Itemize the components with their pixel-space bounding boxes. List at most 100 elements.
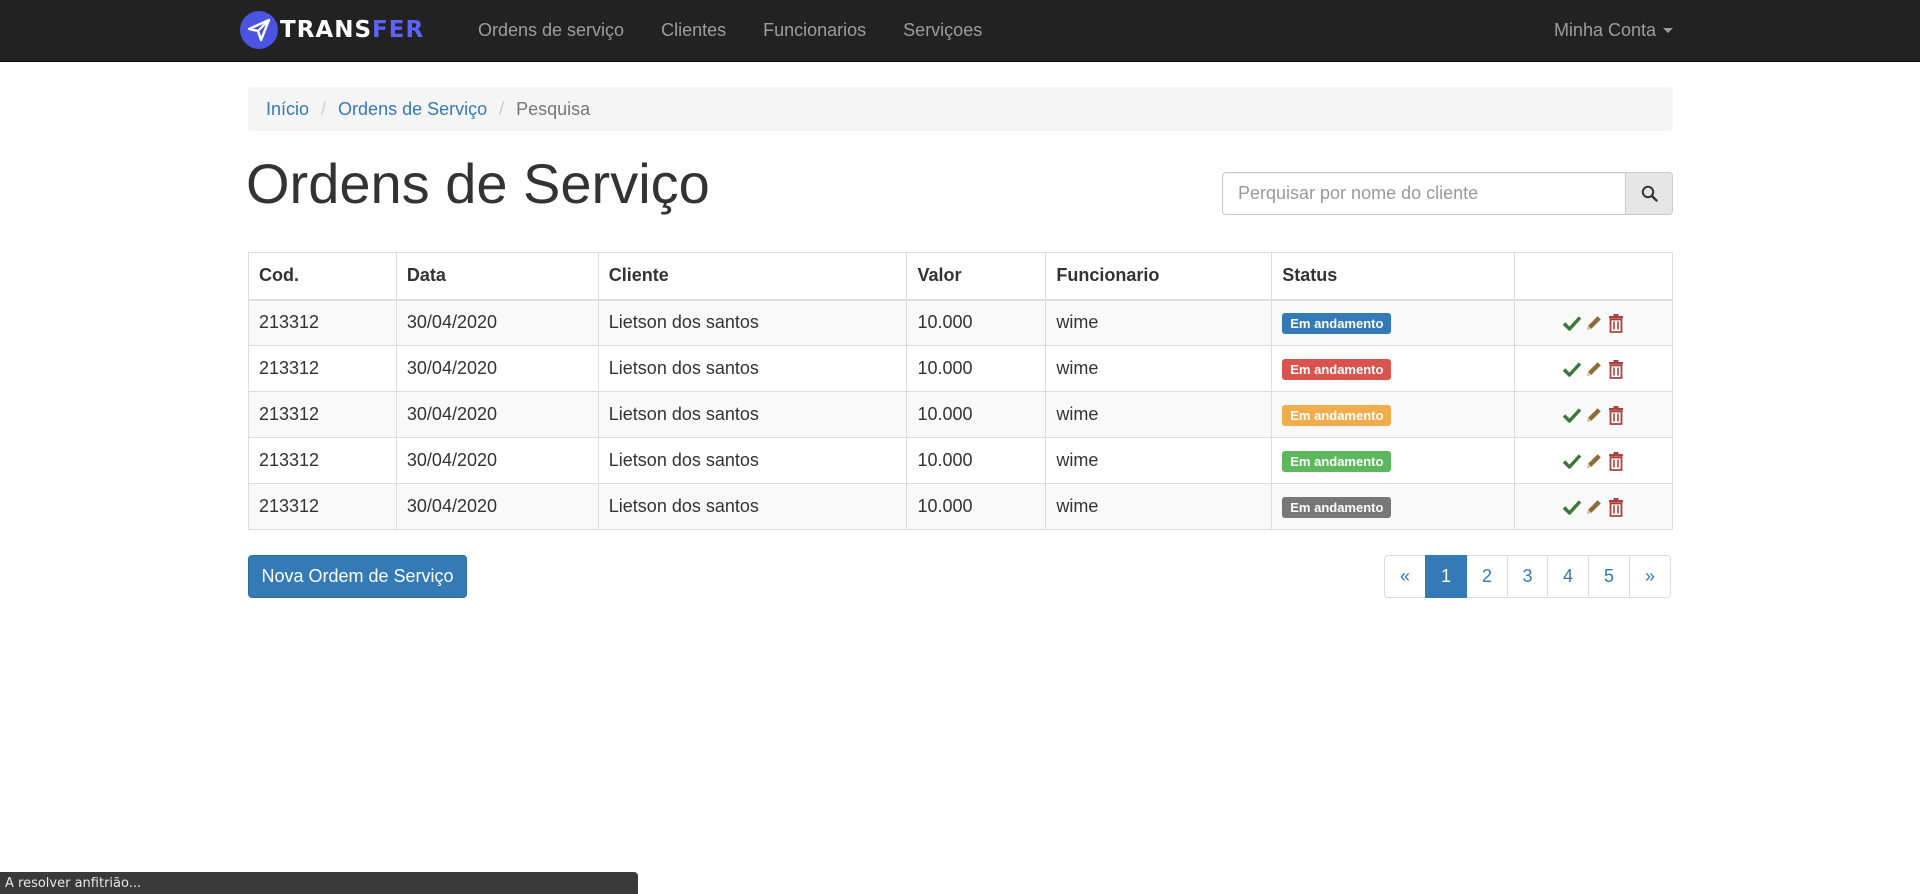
cell-data: 30/04/2020 xyxy=(395,483,599,530)
pagination-next[interactable]: » xyxy=(1629,555,1671,598)
search-group xyxy=(1222,172,1673,215)
cell-actions xyxy=(1514,483,1673,530)
column-header-cliente: Cliente xyxy=(597,252,908,301)
trash-icon[interactable] xyxy=(1606,313,1626,334)
account-menu-label: Minha Conta xyxy=(1553,19,1656,40)
cell-cliente: Lietson dos santos xyxy=(597,345,908,392)
trash-icon[interactable] xyxy=(1606,405,1626,426)
cell-status: Em andamento xyxy=(1271,299,1516,346)
cell-status: Em andamento xyxy=(1271,437,1516,484)
pagination-page-1[interactable]: 1 xyxy=(1425,555,1467,598)
browser-status-bar: A resolver anfitrião... xyxy=(0,872,638,894)
cell-data: 30/04/2020 xyxy=(395,299,599,346)
breadcrumb-item-inicio[interactable]: Início xyxy=(266,99,309,120)
orders-table: Cod. Data Cliente Valor Funcionario Stat… xyxy=(248,252,1673,530)
cell-actions xyxy=(1514,345,1673,392)
pencil-icon[interactable] xyxy=(1584,405,1604,425)
column-header-valor: Valor xyxy=(906,252,1047,301)
table-row: 213312 30/04/2020 Lietson dos santos 10.000… xyxy=(248,391,1673,438)
pencil-icon[interactable] xyxy=(1584,359,1604,379)
brand[interactable]: TRANSFER xyxy=(240,10,424,50)
pagination-page-2[interactable]: 2 xyxy=(1466,555,1508,598)
nav-item-ordens-servico[interactable]: Ordens de serviço xyxy=(478,20,624,41)
trash-icon[interactable] xyxy=(1606,359,1626,380)
nav-item-servicos[interactable]: Serviçoes xyxy=(903,20,982,41)
pencil-icon[interactable] xyxy=(1584,451,1604,471)
pagination-page-4[interactable]: 4 xyxy=(1547,555,1589,598)
status-badge: Em andamento xyxy=(1282,358,1392,380)
main-nav: Ordens de serviço Clientes Funcionarios … xyxy=(478,0,1019,60)
status-badge: Em andamento xyxy=(1282,450,1392,472)
cell-valor: 10.000 xyxy=(906,345,1047,392)
cell-cliente: Lietson dos santos xyxy=(597,483,908,530)
cell-cliente: Lietson dos santos xyxy=(597,391,908,438)
status-badge: Em andamento xyxy=(1282,312,1392,334)
pencil-icon[interactable] xyxy=(1584,313,1604,333)
table-row: 213312 30/04/2020 Lietson dos santos 10.000… xyxy=(248,437,1673,484)
pagination-prev[interactable]: « xyxy=(1384,555,1426,598)
nav-item-clientes[interactable]: Clientes xyxy=(661,20,726,41)
cell-actions xyxy=(1514,391,1673,438)
pagination-page-3[interactable]: 3 xyxy=(1507,555,1548,598)
top-navbar: TRANSFER Ordens de serviço Clientes Func… xyxy=(0,0,1920,62)
cell-data: 30/04/2020 xyxy=(395,437,599,484)
breadcrumb-separator: / xyxy=(499,98,505,119)
check-icon[interactable] xyxy=(1562,313,1582,333)
brand-name-part1: TRANS xyxy=(280,17,373,43)
pagination: « 1 2 3 4 5 » xyxy=(1384,555,1671,598)
cell-status: Em andamento xyxy=(1271,345,1516,392)
page-title: Ordens de Serviço xyxy=(246,152,710,215)
pagination-page-5[interactable]: 5 xyxy=(1588,555,1630,598)
cell-cod: 213312 xyxy=(248,483,397,530)
caret-down-icon xyxy=(1663,27,1673,33)
search-icon xyxy=(1641,185,1658,202)
cell-valor: 10.000 xyxy=(906,483,1047,530)
cell-funcionario: wime xyxy=(1045,345,1273,392)
breadcrumb-item-active: Pesquisa xyxy=(516,98,591,119)
trash-icon[interactable] xyxy=(1606,497,1626,518)
column-header-data: Data xyxy=(395,252,599,301)
cell-cod: 213312 xyxy=(248,345,397,392)
cell-funcionario: wime xyxy=(1045,299,1273,346)
nav-item-funcionarios[interactable]: Funcionarios xyxy=(763,20,866,41)
cell-funcionario: wime xyxy=(1045,483,1273,530)
trash-icon[interactable] xyxy=(1606,451,1626,472)
account-menu[interactable]: Minha Conta xyxy=(1554,0,1673,60)
cell-valor: 10.000 xyxy=(906,437,1047,484)
check-icon[interactable] xyxy=(1562,497,1582,517)
table-row: 213312 30/04/2020 Lietson dos santos 10.000… xyxy=(248,299,1673,346)
cell-actions xyxy=(1514,437,1673,484)
status-badge: Em andamento xyxy=(1282,404,1392,426)
table-row: 213312 30/04/2020 Lietson dos santos 10.000… xyxy=(248,345,1673,392)
cell-cliente: Lietson dos santos xyxy=(597,299,908,346)
brand-name-part2: FER xyxy=(372,17,425,43)
breadcrumb-separator: / xyxy=(321,98,327,119)
cell-cod: 213312 xyxy=(248,391,397,438)
status-badge: Em andamento xyxy=(1282,496,1392,518)
check-icon[interactable] xyxy=(1562,359,1582,379)
cell-data: 30/04/2020 xyxy=(395,391,599,438)
table-header-row: Cod. Data Cliente Valor Funcionario Stat… xyxy=(248,252,1673,301)
cell-valor: 10.000 xyxy=(906,391,1047,438)
search-input[interactable] xyxy=(1222,172,1625,215)
cell-status: Em andamento xyxy=(1271,391,1516,438)
cell-cod: 213312 xyxy=(248,299,397,346)
brand-name: TRANSFER xyxy=(280,17,424,43)
check-icon[interactable] xyxy=(1562,405,1582,425)
column-header-actions xyxy=(1514,252,1673,301)
check-icon[interactable] xyxy=(1562,451,1582,471)
cell-valor: 10.000 xyxy=(906,299,1047,346)
column-header-status: Status xyxy=(1271,252,1516,301)
cell-actions xyxy=(1514,299,1673,346)
breadcrumb-item-ordens[interactable]: Ordens de Serviço xyxy=(338,99,487,120)
pencil-icon[interactable] xyxy=(1584,497,1604,517)
search-button[interactable] xyxy=(1625,172,1673,215)
cell-cliente: Lietson dos santos xyxy=(597,437,908,484)
column-header-funcionario: Funcionario xyxy=(1045,252,1273,301)
cell-status: Em andamento xyxy=(1271,483,1516,530)
new-order-button[interactable]: Nova Ordem de Serviço xyxy=(248,555,467,598)
column-header-cod: Cod. xyxy=(248,252,397,301)
cell-funcionario: wime xyxy=(1045,391,1273,438)
cell-funcionario: wime xyxy=(1045,437,1273,484)
cell-data: 30/04/2020 xyxy=(395,345,599,392)
